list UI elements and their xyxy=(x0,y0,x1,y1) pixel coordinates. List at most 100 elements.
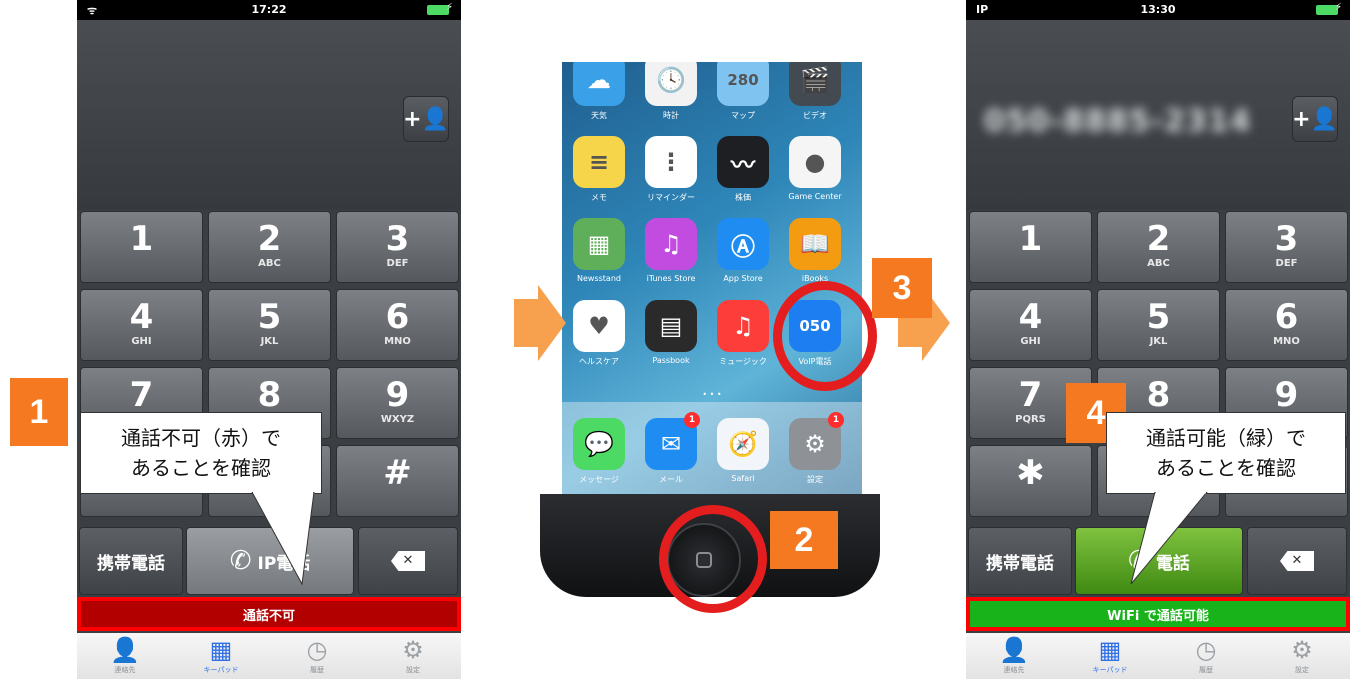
app-icon[interactable]: ♫ ミュージック xyxy=(712,300,774,376)
app-glyph-icon: 🎬 xyxy=(789,62,841,106)
key-digit: 2 xyxy=(257,219,282,259)
keypad-key[interactable]: 4 GHI xyxy=(969,289,1092,361)
app-glyph-icon: ⋮ xyxy=(645,136,697,188)
app-icon[interactable]: ▤ Passbook xyxy=(640,300,702,376)
key-digit: 3 xyxy=(1274,219,1299,259)
app-icon[interactable]: 🧭 Safari xyxy=(712,418,774,494)
app-glyph-icon: ≡ xyxy=(573,136,625,188)
app-icon[interactable]: 🎬 ビデオ xyxy=(784,62,846,130)
app-icon[interactable]: ♥ ヘルスケア xyxy=(568,300,630,376)
tab-item[interactable]: ⚙ 設定 xyxy=(365,633,461,679)
app-icon[interactable]: ♫ iTunes Store xyxy=(640,218,702,294)
app-label: Safari xyxy=(731,474,755,483)
key-letters: WXYZ xyxy=(380,414,415,425)
number-display-area: +👤 xyxy=(77,20,461,210)
keypad-key[interactable]: 5 JKL xyxy=(1097,289,1220,361)
key-letters: ABC xyxy=(258,258,281,269)
keypad-key[interactable]: 6 MNO xyxy=(336,289,459,361)
app-icon[interactable]: 280 マップ xyxy=(712,62,774,130)
tab-item[interactable]: ▦ キーパッド xyxy=(1062,633,1158,679)
tab-label: 履歴 xyxy=(310,666,324,674)
app-icon[interactable]: 〰株価 xyxy=(712,136,774,212)
tab-label: 連絡先 xyxy=(1003,666,1025,674)
app-icon[interactable]: ⚙ 設定 1 xyxy=(784,412,846,494)
app-label: 天気 xyxy=(591,111,607,120)
key-digit: 4 xyxy=(1018,297,1043,337)
home-button-highlight-ring xyxy=(659,505,767,613)
app-icon[interactable]: ⋮ リマインダー xyxy=(640,136,702,212)
keypad-key[interactable]: 2 ABC xyxy=(1097,211,1220,283)
key-digit: 8 xyxy=(257,375,282,415)
tab-bar: 👤 連絡先 ▦ キーパッド ◷ 履歴 ⚙ 設定 xyxy=(77,633,461,679)
tab-item[interactable]: ▦ キーパッド xyxy=(173,633,269,679)
key-digit: 3 xyxy=(385,219,410,259)
app-icon[interactable]: ▦ Newsstand xyxy=(568,218,630,294)
app-label: メッセージ xyxy=(579,475,619,484)
callout-line-1: 通話可能（緑）で xyxy=(1146,426,1306,450)
app-label: iTunes Store xyxy=(646,274,696,283)
app-glyph-icon: 🕓 xyxy=(645,62,697,106)
app-label: ヘルスケア xyxy=(579,357,619,366)
status-time: 13:30 xyxy=(1140,3,1176,16)
tab-item[interactable]: 👤 連絡先 xyxy=(966,633,1062,679)
mobile-call-button[interactable]: 携帯電話 xyxy=(968,527,1072,595)
app-icon[interactable]: 💬 メッセージ xyxy=(568,418,630,494)
tab-label: キーパッド xyxy=(203,666,239,674)
keypad-key[interactable]: 3 DEF xyxy=(1225,211,1348,283)
key-letters: JKL xyxy=(1149,336,1168,347)
keypad-key[interactable]: 5 JKL xyxy=(208,289,331,361)
connection-status-bar: 通話不可 xyxy=(77,597,461,631)
app-glyph-icon: Ⓐ xyxy=(717,218,769,270)
notification-badge: 1 xyxy=(684,412,700,428)
mobile-call-button[interactable]: 携帯電話 xyxy=(79,527,183,595)
step-marker-2: 2 xyxy=(770,511,838,569)
keypad-key[interactable]: 3 DEF xyxy=(336,211,459,283)
key-digit: 1 xyxy=(1018,219,1043,259)
app-glyph-icon: 📖 xyxy=(789,218,841,270)
tab-label: 設定 xyxy=(1295,666,1309,674)
delete-button[interactable]: ✕ xyxy=(358,527,458,595)
app-icon[interactable]: Ⓐ App Store xyxy=(712,218,774,294)
keypad-key[interactable]: 6 MNO xyxy=(1225,289,1348,361)
key-letters: GHI xyxy=(131,336,152,347)
connection-status-bar: WiFi で通話可能 xyxy=(966,597,1350,631)
app-label: Game Center xyxy=(788,192,842,201)
app-glyph-icon: ♫ xyxy=(645,218,697,270)
keypad-key[interactable]: 9 WXYZ xyxy=(336,367,459,439)
app-label: メモ xyxy=(591,193,607,202)
app-glyph-icon: ● xyxy=(789,136,841,188)
app-icon[interactable]: ● Game Center xyxy=(784,136,846,212)
app-icon[interactable]: ≡ メモ xyxy=(568,136,630,212)
app-icon[interactable]: ✉ メール 1 xyxy=(640,412,702,494)
key-letters: MNO xyxy=(1273,336,1300,347)
add-contact-button[interactable]: +👤 xyxy=(1292,96,1338,142)
keypad-key[interactable]: 4 GHI xyxy=(80,289,203,361)
backspace-icon: ✕ xyxy=(391,551,425,571)
app-icon[interactable]: ☁ 天気 xyxy=(568,62,630,130)
tab-label: 設定 xyxy=(406,666,420,674)
keypad-key[interactable]: 1 xyxy=(969,211,1092,283)
person-icon: 👤 xyxy=(999,636,1029,664)
key-letters: ABC xyxy=(1147,258,1170,269)
keypad-key[interactable]: # xyxy=(336,445,459,517)
app-icon[interactable]: 🕓 時計 xyxy=(640,62,702,130)
tab-item[interactable]: ⚙ 設定 xyxy=(1254,633,1350,679)
keypad-key[interactable]: ✱ xyxy=(969,445,1092,517)
key-letters: DEF xyxy=(1275,258,1298,269)
callout-tail xyxy=(251,492,315,586)
keypad-key[interactable]: 1 xyxy=(80,211,203,283)
tab-item[interactable]: ◷ 履歴 xyxy=(1158,633,1254,679)
phone-handset-icon: ✆ xyxy=(229,546,252,576)
callout-tail xyxy=(1130,492,1208,585)
add-contact-button[interactable]: +👤 xyxy=(403,96,449,142)
tab-item[interactable]: 👤 連絡先 xyxy=(77,633,173,679)
delete-button[interactable]: ✕ xyxy=(1247,527,1347,595)
key-letters: JKL xyxy=(260,336,279,347)
app-label: Passbook xyxy=(652,356,690,365)
step-marker-1: 1 xyxy=(10,378,68,446)
key-digit: 4 xyxy=(129,297,154,337)
tab-item[interactable]: ◷ 履歴 xyxy=(269,633,365,679)
voip-app-highlight-ring xyxy=(773,281,877,391)
keypad-key[interactable]: 2 ABC xyxy=(208,211,331,283)
gear-icon: ⚙ xyxy=(402,636,424,664)
